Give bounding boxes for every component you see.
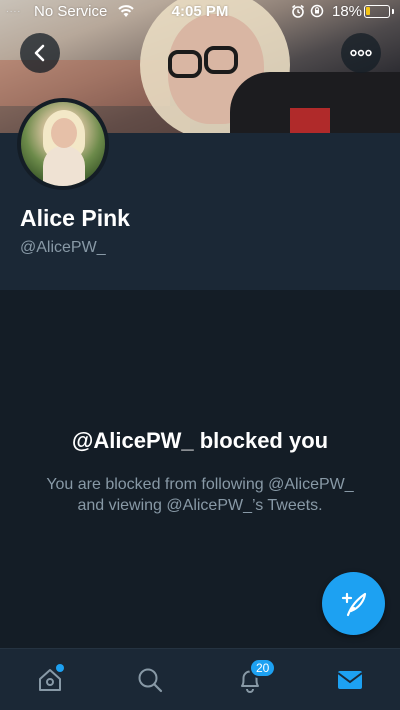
more-options-button[interactable] — [341, 33, 381, 73]
battery-level — [366, 7, 370, 15]
tab-home[interactable] — [33, 663, 67, 697]
rotation-lock-icon — [310, 4, 324, 18]
tab-notifications[interactable]: 20 — [233, 658, 277, 697]
back-button[interactable] — [20, 33, 60, 73]
status-bar: .... No Service 4:05 PM 18% — [0, 0, 400, 24]
chevron-left-icon — [34, 44, 45, 62]
blocked-description: You are blocked from following @AlicePW_… — [46, 476, 354, 514]
avatar-decor — [51, 118, 77, 148]
bottom-tab-bar: 20 — [0, 648, 400, 710]
tab-messages[interactable] — [333, 663, 367, 697]
home-new-dot — [56, 664, 64, 672]
messages-icon — [337, 671, 363, 689]
search-icon — [138, 668, 163, 693]
banner-decor — [168, 50, 202, 78]
profile-handle: @AlicePW_ — [20, 239, 106, 256]
battery-percentage: 18% — [332, 3, 363, 20]
compose-tweet-button[interactable] — [322, 572, 385, 635]
compose-tweet-icon — [341, 592, 366, 616]
banner-decor — [290, 108, 330, 133]
profile-display-name: Alice Pink — [20, 205, 130, 231]
notifications-badge: 20 — [249, 658, 277, 678]
avatar-decor — [43, 146, 85, 186]
battery-icon — [364, 5, 394, 18]
tab-search[interactable] — [133, 663, 167, 697]
avatar[interactable] — [17, 98, 109, 190]
battery-nub — [392, 9, 394, 14]
alarm-icon — [292, 4, 304, 18]
blocked-title: @AlicePW_ blocked you — [71, 428, 329, 453]
more-horizontal-icon — [350, 49, 372, 57]
banner-decor — [204, 46, 238, 74]
